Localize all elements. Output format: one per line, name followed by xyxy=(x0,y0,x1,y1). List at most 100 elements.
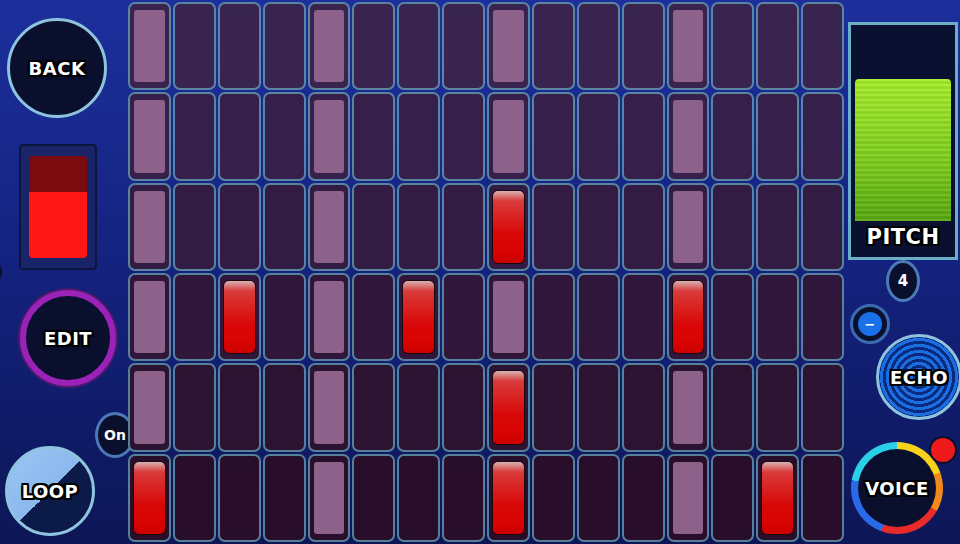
step-cell[interactable] xyxy=(667,273,710,361)
step-cell[interactable] xyxy=(756,183,799,271)
step-cell[interactable] xyxy=(218,454,261,542)
step-cell[interactable] xyxy=(532,183,575,271)
edit-button[interactable]: EDIT xyxy=(20,290,116,386)
step-cell[interactable] xyxy=(218,2,261,90)
step-cell[interactable] xyxy=(711,273,754,361)
step-cell[interactable] xyxy=(397,2,440,90)
step-cell[interactable] xyxy=(756,363,799,451)
step-cell[interactable] xyxy=(173,273,216,361)
step-cell[interactable] xyxy=(577,363,620,451)
step-cell[interactable] xyxy=(442,273,485,361)
step-cell[interactable] xyxy=(667,92,710,180)
step-cell[interactable] xyxy=(128,183,171,271)
step-cell[interactable] xyxy=(173,92,216,180)
voice-button[interactable]: VOICE xyxy=(851,442,943,534)
step-cell[interactable] xyxy=(308,363,351,451)
step-cell[interactable] xyxy=(532,454,575,542)
step-cell[interactable] xyxy=(801,2,844,90)
step-cell[interactable] xyxy=(352,273,395,361)
step-cell[interactable] xyxy=(577,273,620,361)
step-cell[interactable] xyxy=(128,92,171,180)
step-cell[interactable] xyxy=(263,92,306,180)
step-cell[interactable] xyxy=(667,363,710,451)
step-cell[interactable] xyxy=(442,454,485,542)
step-cell[interactable] xyxy=(442,92,485,180)
step-cell[interactable] xyxy=(801,273,844,361)
step-cell[interactable] xyxy=(352,92,395,180)
step-cell[interactable] xyxy=(397,92,440,180)
step-cell[interactable] xyxy=(173,454,216,542)
step-cell[interactable] xyxy=(622,183,665,271)
echo-minus-button[interactable]: − xyxy=(850,304,890,344)
step-cell[interactable] xyxy=(308,273,351,361)
step-cell[interactable] xyxy=(577,2,620,90)
step-cell[interactable] xyxy=(218,183,261,271)
step-cell[interactable] xyxy=(577,183,620,271)
step-cell[interactable] xyxy=(263,273,306,361)
step-cell[interactable] xyxy=(667,183,710,271)
step-cell[interactable] xyxy=(397,183,440,271)
step-cell[interactable] xyxy=(622,273,665,361)
step-cell[interactable] xyxy=(801,454,844,542)
step-cell[interactable] xyxy=(308,183,351,271)
step-cell[interactable] xyxy=(801,363,844,451)
step-cell[interactable] xyxy=(263,2,306,90)
pitch-slider[interactable]: PITCH xyxy=(848,22,958,260)
step-cell[interactable] xyxy=(352,2,395,90)
step-cell[interactable] xyxy=(128,454,171,542)
step-cell[interactable] xyxy=(711,2,754,90)
step-cell[interactable] xyxy=(801,92,844,180)
step-cell[interactable] xyxy=(128,2,171,90)
step-cell[interactable] xyxy=(308,92,351,180)
step-cell[interactable] xyxy=(711,183,754,271)
step-cell[interactable] xyxy=(442,183,485,271)
step-cell[interactable] xyxy=(487,2,530,90)
step-cell[interactable] xyxy=(397,454,440,542)
step-cell[interactable] xyxy=(352,363,395,451)
step-cell[interactable] xyxy=(711,454,754,542)
step-cell[interactable] xyxy=(487,363,530,451)
step-cell[interactable] xyxy=(128,363,171,451)
step-cell[interactable] xyxy=(667,2,710,90)
step-cell[interactable] xyxy=(308,454,351,542)
step-cell[interactable] xyxy=(218,92,261,180)
step-cell[interactable] xyxy=(532,92,575,180)
step-cell[interactable] xyxy=(756,273,799,361)
step-cell[interactable] xyxy=(756,92,799,180)
step-cell[interactable] xyxy=(756,2,799,90)
step-cell[interactable] xyxy=(711,92,754,180)
step-cell[interactable] xyxy=(173,363,216,451)
step-cell[interactable] xyxy=(622,454,665,542)
step-cell[interactable] xyxy=(622,363,665,451)
step-cell[interactable] xyxy=(263,363,306,451)
step-cell[interactable] xyxy=(352,183,395,271)
step-cell[interactable] xyxy=(397,363,440,451)
echo-button[interactable]: ECHO xyxy=(876,334,960,420)
step-cell[interactable] xyxy=(532,2,575,90)
step-cell[interactable] xyxy=(532,363,575,451)
step-cell[interactable] xyxy=(622,2,665,90)
step-cell[interactable] xyxy=(442,363,485,451)
step-cell[interactable] xyxy=(487,273,530,361)
step-cell[interactable] xyxy=(173,183,216,271)
step-cell[interactable] xyxy=(263,454,306,542)
step-cell[interactable] xyxy=(218,273,261,361)
step-cell[interactable] xyxy=(487,183,530,271)
step-cell[interactable] xyxy=(263,183,306,271)
step-cell[interactable] xyxy=(352,454,395,542)
step-cell[interactable] xyxy=(487,454,530,542)
step-cell[interactable] xyxy=(218,363,261,451)
step-cell[interactable] xyxy=(801,183,844,271)
step-cell[interactable] xyxy=(487,92,530,180)
loop-button[interactable]: LOOP xyxy=(5,446,95,536)
step-cell[interactable] xyxy=(756,454,799,542)
step-cell[interactable] xyxy=(577,92,620,180)
step-cell[interactable] xyxy=(308,2,351,90)
step-cell[interactable] xyxy=(532,273,575,361)
step-cell[interactable] xyxy=(622,92,665,180)
step-cell[interactable] xyxy=(577,454,620,542)
step-cell[interactable] xyxy=(128,273,171,361)
back-button[interactable]: BACK xyxy=(7,18,107,118)
step-cell[interactable] xyxy=(667,454,710,542)
step-cell[interactable] xyxy=(442,2,485,90)
